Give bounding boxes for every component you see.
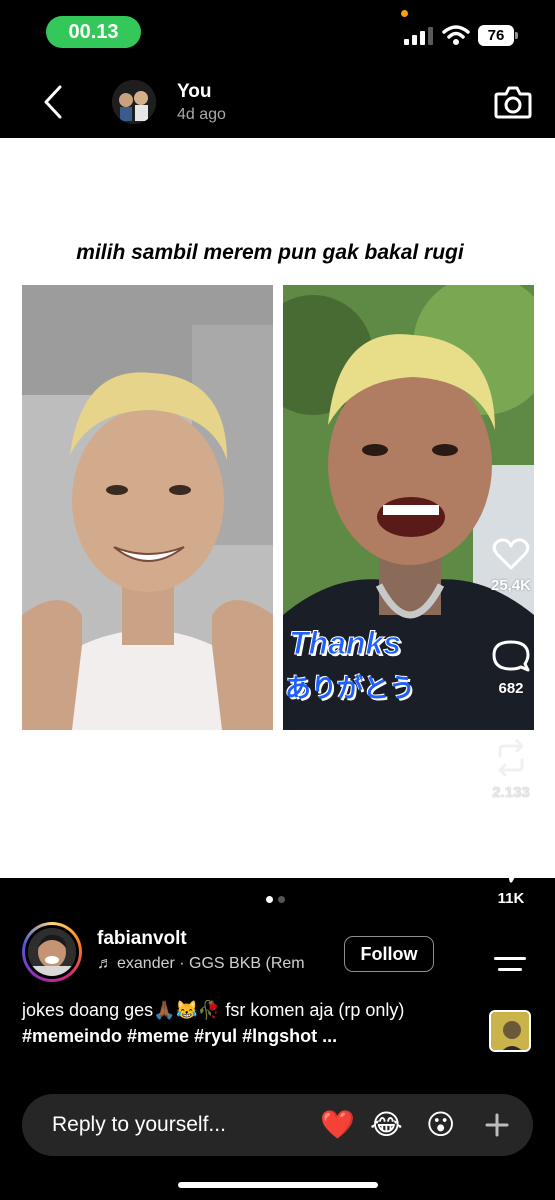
music-track-label: exander · GGS BKB (Rem [117,955,305,972]
music-note-icon: ♬ [97,955,113,972]
react-heart-button[interactable]: ❤️ [320,1108,355,1142]
audio-thumbnail[interactable] [489,1010,531,1052]
cellular-signal-icon [404,27,433,45]
repost-icon [498,739,524,777]
comment-count: 682 [498,680,524,697]
music-attribution[interactable]: ♬ exander · GGS BKB (Rem [97,955,329,977]
meme-caption: milih sambil merem pun gak bakal rugi [76,241,464,264]
repost-count: 2.133 [492,784,530,801]
like-action[interactable]: 25,4K [481,537,541,594]
japanese-thanks-sticker: ありがとう [285,674,416,704]
share-action[interactable]: 11K [481,848,541,907]
like-count: 25,4K [490,577,532,594]
caption-text: jokes doang ges🙏🏾😹🥀 fsr komen aja (rp on… [22,1000,405,1020]
story-timestamp: 4d ago [177,106,226,123]
privacy-indicator-dot [401,10,408,17]
status-time: 00.13 [46,16,141,48]
send-icon [493,850,529,883]
photo-left [22,285,273,730]
battery-level: 76 [478,25,514,46]
share-count: 11K [497,890,525,907]
author-username[interactable]: fabianvolt [97,928,187,950]
author-avatar[interactable] [22,922,82,982]
reply-bar[interactable]: Reply to yourself... ❤️ 😂 😮 [22,1094,533,1156]
camera-icon[interactable] [494,84,532,120]
heart-icon [492,538,530,570]
chevron-left-icon [44,85,62,119]
carousel-dot [278,896,285,903]
status-bar: 00.13 76 [0,0,555,60]
comment-action[interactable]: 682 [481,638,541,697]
caption-hashtags[interactable]: #memeindo #meme #ryul #lngshot ... [22,1026,337,1046]
thanks-sticker: Thanks [288,625,402,662]
react-laugh-button[interactable]: 😂 [370,1108,403,1142]
carousel-dot-active [266,896,273,903]
story-header: You 4d ago [0,62,555,138]
wifi-icon [442,25,470,45]
post-caption[interactable]: jokes doang ges🙏🏾😹🥀 fsr komen aja (rp on… [22,997,472,1049]
repost-action[interactable]: 2.133 [481,738,541,801]
story-media[interactable]: milih sambil merem pun gak bakal rugi Th… [0,138,555,878]
comment-icon [492,640,530,672]
back-button[interactable] [36,82,70,122]
react-wow-button[interactable]: 😮 [426,1108,455,1142]
follow-button[interactable]: Follow [344,936,434,972]
menu-icon[interactable] [492,952,528,976]
carousel-dots [266,896,285,903]
plus-icon[interactable] [480,1108,514,1142]
avatar[interactable] [112,80,156,124]
home-indicator[interactable] [178,1182,378,1188]
reply-input[interactable]: Reply to yourself... [52,1113,226,1137]
story-owner-name[interactable]: You [177,81,211,103]
battery-icon: 76 [478,25,518,46]
